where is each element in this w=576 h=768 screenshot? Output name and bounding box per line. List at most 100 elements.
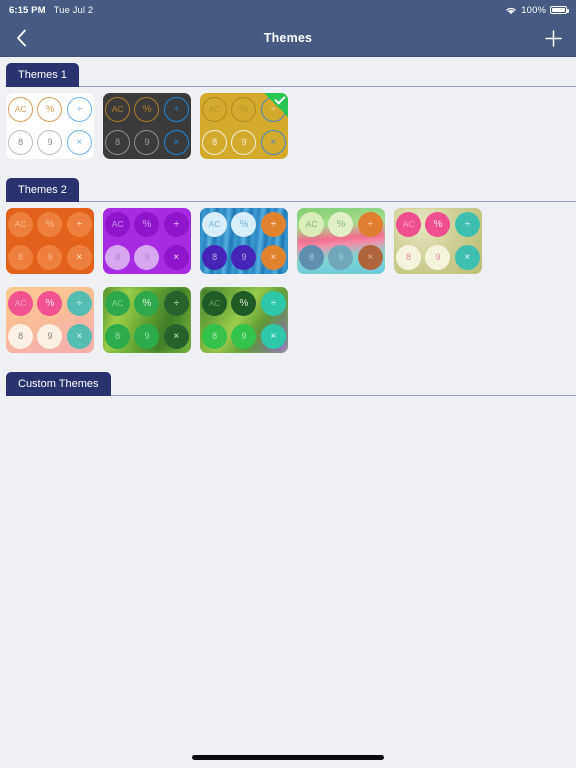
- key-ac: AC: [105, 212, 131, 237]
- key-eight: 8: [8, 245, 34, 270]
- key-divide: ÷: [66, 291, 92, 316]
- key-ac: AC: [202, 97, 228, 122]
- key-multiply: ×: [66, 245, 92, 270]
- key-percent: %: [134, 97, 160, 122]
- theme-card-slot: AC % ÷ 8 9 ×: [103, 287, 200, 357]
- key-ac: AC: [8, 212, 34, 237]
- theme-card-slot: AC % ÷ 8 9 ×: [297, 208, 394, 278]
- key-multiply: ×: [260, 130, 286, 155]
- home-indicator: [192, 755, 384, 760]
- section-title-themes-2: Themes 2: [6, 178, 79, 202]
- key-eight: 8: [396, 245, 422, 270]
- themes-list: Themes 1 AC % ÷ 8 9 × AC % ÷ 8 9 × AC % …: [0, 57, 576, 768]
- key-multiply: ×: [66, 324, 92, 349]
- key-divide: ÷: [163, 97, 189, 122]
- key-nine: 9: [231, 130, 257, 155]
- key-divide: ÷: [66, 212, 92, 237]
- themes-2-card-grid: AC % ÷ 8 9 × AC % ÷ 8 9 × AC % ÷ 8 9 × A…: [0, 202, 576, 366]
- key-ac: AC: [202, 212, 228, 237]
- key-multiply: ×: [260, 245, 286, 270]
- theme-card-slot: AC % ÷ 8 9 ×: [200, 93, 297, 163]
- section-themes-2: Themes 2 AC % ÷ 8 9 × AC % ÷ 8 9 × AC % …: [0, 172, 576, 366]
- key-eight: 8: [8, 130, 34, 155]
- section-custom-themes: Custom Themes: [0, 366, 576, 406]
- key-ac: AC: [105, 97, 131, 122]
- key-percent: %: [37, 212, 63, 237]
- key-ac: AC: [396, 212, 422, 237]
- theme-card-dark[interactable]: AC % ÷ 8 9 ×: [103, 93, 191, 159]
- plus-icon: [544, 29, 562, 47]
- theme-card-slot: AC % ÷ 8 9 ×: [200, 208, 297, 278]
- battery-percent-label: 100%: [521, 4, 546, 16]
- key-eight: 8: [202, 324, 228, 349]
- theme-card-slot: AC % ÷ 8 9 ×: [6, 287, 103, 357]
- theme-card-slot: AC % ÷ 8 9 ×: [200, 287, 297, 357]
- theme-card-slot: AC % ÷ 8 9 ×: [394, 208, 491, 278]
- section-divider: [78, 86, 576, 87]
- theme-card-light[interactable]: AC % ÷ 8 9 ×: [6, 93, 94, 159]
- key-percent: %: [37, 97, 63, 122]
- section-header-themes-1: Themes 1: [0, 57, 576, 87]
- key-nine: 9: [134, 130, 160, 155]
- key-divide: ÷: [357, 212, 383, 237]
- theme-card-peach-pink[interactable]: AC % ÷ 8 9 ×: [6, 287, 94, 353]
- section-themes-1: Themes 1 AC % ÷ 8 9 × AC % ÷ 8 9 × AC % …: [0, 57, 576, 172]
- theme-card-slot: AC % ÷ 8 9 ×: [6, 208, 103, 278]
- key-ac: AC: [8, 97, 34, 122]
- key-divide: ÷: [66, 97, 92, 122]
- key-ac: AC: [8, 291, 34, 316]
- key-divide: ÷: [163, 291, 189, 316]
- theme-card-purple[interactable]: AC % ÷ 8 9 ×: [103, 208, 191, 274]
- wifi-icon: [505, 6, 517, 15]
- key-nine: 9: [37, 245, 63, 270]
- status-time: 6:15 PM: [9, 4, 46, 16]
- key-divide: ÷: [454, 212, 480, 237]
- key-nine: 9: [134, 245, 160, 270]
- key-ac: AC: [299, 212, 325, 237]
- theme-card-blue-water[interactable]: AC % ÷ 8 9 ×: [200, 208, 288, 274]
- key-multiply: ×: [260, 324, 286, 349]
- key-eight: 8: [105, 130, 131, 155]
- key-divide: ÷: [260, 291, 286, 316]
- key-eight: 8: [202, 245, 228, 270]
- theme-card-green-leaf[interactable]: AC % ÷ 8 9 ×: [103, 287, 191, 353]
- page-title: Themes: [263, 31, 313, 45]
- key-percent: %: [231, 97, 257, 122]
- custom-themes-card-grid: [0, 396, 576, 406]
- key-nine: 9: [37, 130, 63, 155]
- add-theme-button[interactable]: [540, 20, 566, 56]
- section-divider: [78, 201, 576, 202]
- section-title-themes-1: Themes 1: [6, 63, 79, 87]
- key-divide: ÷: [163, 212, 189, 237]
- key-multiply: ×: [357, 245, 383, 270]
- theme-card-slot: AC % ÷ 8 9 ×: [103, 93, 200, 163]
- theme-card-rainbow-gradient[interactable]: AC % ÷ 8 9 ×: [297, 208, 385, 274]
- theme-card-green-stem[interactable]: AC % ÷ 8 9 ×: [200, 287, 288, 353]
- key-eight: 8: [105, 324, 131, 349]
- key-ac: AC: [202, 291, 228, 316]
- key-multiply: ×: [163, 324, 189, 349]
- key-eight: 8: [105, 245, 131, 270]
- status-right-cluster: 100%: [505, 4, 569, 16]
- theme-card-slot: AC % ÷ 8 9 ×: [103, 208, 200, 278]
- section-header-custom-themes: Custom Themes: [0, 366, 576, 396]
- section-title-custom-themes: Custom Themes: [6, 372, 111, 396]
- key-ac: AC: [105, 291, 131, 316]
- status-date: Tue Jul 2: [53, 4, 94, 16]
- key-multiply: ×: [163, 245, 189, 270]
- navigation-bar: Themes: [0, 20, 576, 57]
- key-eight: 8: [8, 324, 34, 349]
- themes-1-card-grid: AC % ÷ 8 9 × AC % ÷ 8 9 × AC % ÷ 8 9 ×: [0, 87, 576, 172]
- theme-card-khaki-pink[interactable]: AC % ÷ 8 9 ×: [394, 208, 482, 274]
- section-header-themes-2: Themes 2: [0, 172, 576, 202]
- theme-card-orange[interactable]: AC % ÷ 8 9 ×: [6, 208, 94, 274]
- back-button[interactable]: [8, 20, 34, 56]
- theme-card-gold[interactable]: AC % ÷ 8 9 ×: [200, 93, 288, 159]
- status-bar: 6:15 PM Tue Jul 2 100%: [0, 0, 576, 20]
- key-divide: ÷: [260, 212, 286, 237]
- key-multiply: ×: [454, 245, 480, 270]
- section-divider: [110, 395, 576, 396]
- key-multiply: ×: [163, 130, 189, 155]
- key-eight: 8: [299, 245, 325, 270]
- key-eight: 8: [202, 130, 228, 155]
